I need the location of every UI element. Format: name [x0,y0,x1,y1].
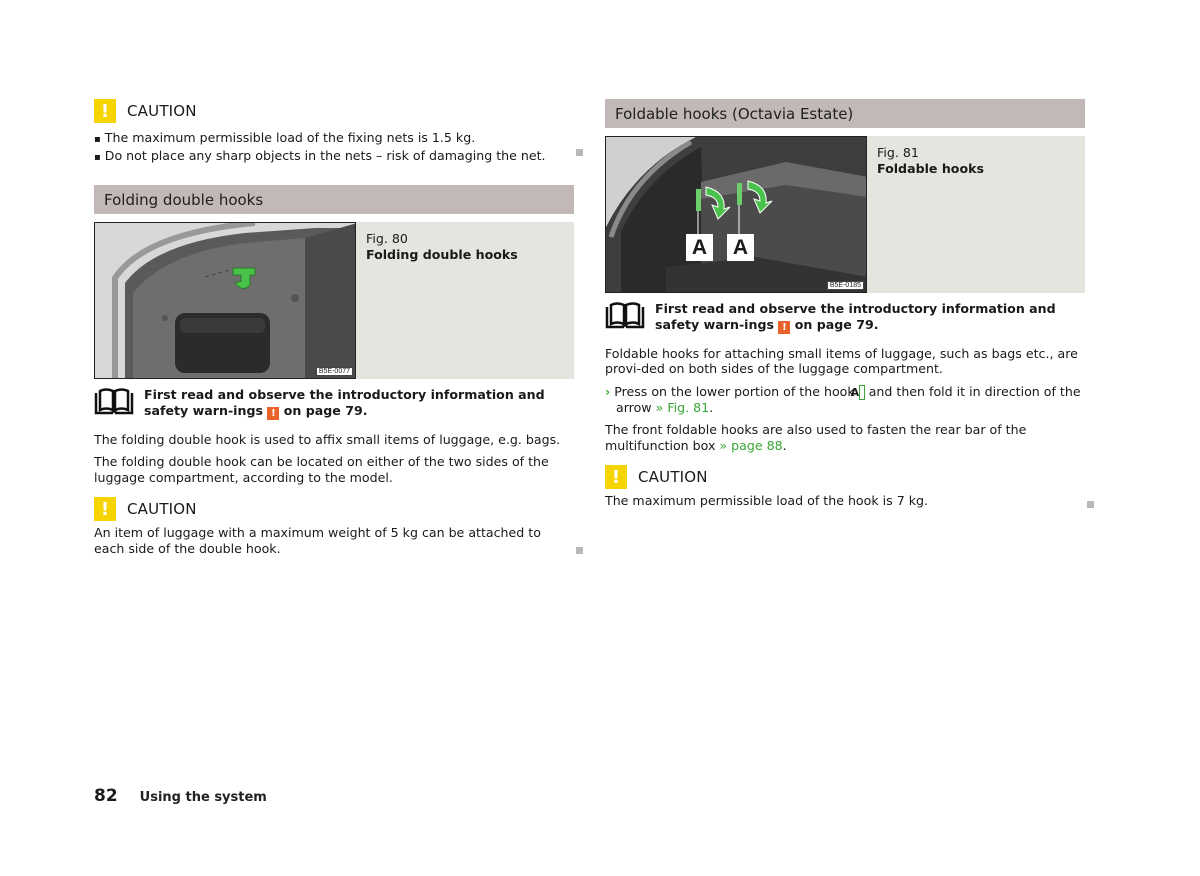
figure-link[interactable]: » Fig. 81 [656,400,710,415]
figure-title: Foldable hooks [877,160,984,176]
note-page-ref[interactable]: on page 79. [795,317,879,332]
section-end-mark [576,547,583,554]
step-period: . [709,399,714,415]
step-arrow-icon: › [605,383,611,399]
section-foldable-hooks: Foldable hooks (Octavia Estate) A A B5E-… [605,99,1085,509]
label-a: A [851,384,865,400]
figure-image: A A B5E-0185 [605,136,867,293]
paragraph: The folding double hook is used to affix… [94,431,561,447]
book-icon [94,388,134,415]
caution-header: ! CAUTION [94,99,574,123]
note-text: First read and observe the introductory … [655,301,1085,334]
caution-title: CAUTION [127,500,197,518]
caution-header: ! CAUTION [605,465,1085,489]
figure-80: B5E-0077 Fig. 80 Folding double hooks [94,222,574,379]
note-page-ref[interactable]: on page 79. [284,403,368,418]
paragraph-text: The front foldable hooks are also used t… [605,422,1027,453]
caution-header: ! CAUTION [94,497,574,521]
instruction-step: › Press on the lower portion of the hook … [605,384,1085,416]
caution-bullet: Do not place any sharp objects in the ne… [94,148,574,166]
caution-title: CAUTION [127,102,197,120]
figure-caption: Fig. 81 Foldable hooks [867,136,994,293]
chapter-title: Using the system [139,790,267,805]
figure-81: A A B5E-0185 Fig. 81 Foldable hooks [605,136,1085,293]
read-first-note: First read and observe the introductory … [94,387,574,420]
section-end-mark [1087,501,1094,508]
paragraph-period: . [782,437,787,453]
caution-text: An item of luggage with a maximum weight… [94,525,541,556]
figure-label-a: A [686,234,713,261]
figure-code: B5E-0185 [826,281,864,290]
read-first-note: First read and observe the introductory … [605,301,1085,334]
luggage-compartment-illustration [606,137,866,292]
caution-warning-icon: ! [605,465,627,489]
page-footer: 82 Using the system [94,786,267,806]
caution-title: CAUTION [638,468,708,486]
step-text: Press on the lower portion of the hook [614,383,855,399]
paragraph: Foldable hooks for attaching small items… [605,345,1078,377]
paragraph: The front foldable hooks are also used t… [605,422,1085,453]
figure-number: Fig. 81 [877,145,919,160]
book-icon [605,302,645,329]
caution-warning-icon: ! [94,497,116,521]
note-text: First read and observe the introductory … [144,387,574,420]
left-column: ! CAUTION The maximum permissible load o… [94,99,574,165]
paragraph: The folding double hook can be located o… [94,454,549,485]
section-folding-double-hooks: Folding double hooks B5E-0077 Fig. 80 Fo… [94,185,574,556]
page-number: 82 [94,786,118,806]
figure-label-a: A [727,234,754,261]
figure-caption: Fig. 80 Folding double hooks [356,222,528,379]
section-end-mark [576,149,583,156]
warning-icon: ! [267,406,280,420]
page-link[interactable]: » page 88 [719,438,782,453]
section-title: Folding double hooks [94,185,574,214]
figure-title: Folding double hooks [366,246,518,262]
figure-image: B5E-0077 [94,222,356,379]
luggage-compartment-illustration [95,223,355,378]
caution-text: The maximum permissible load of the hook… [605,493,929,508]
caution-warning-icon: ! [94,99,116,123]
figure-code: B5E-0077 [315,367,353,376]
section-title: Foldable hooks (Octavia Estate) [605,99,1085,128]
caution-bullet: The maximum permissible load of the fixi… [94,130,574,148]
warning-icon: ! [778,320,791,334]
figure-number: Fig. 80 [366,231,408,246]
